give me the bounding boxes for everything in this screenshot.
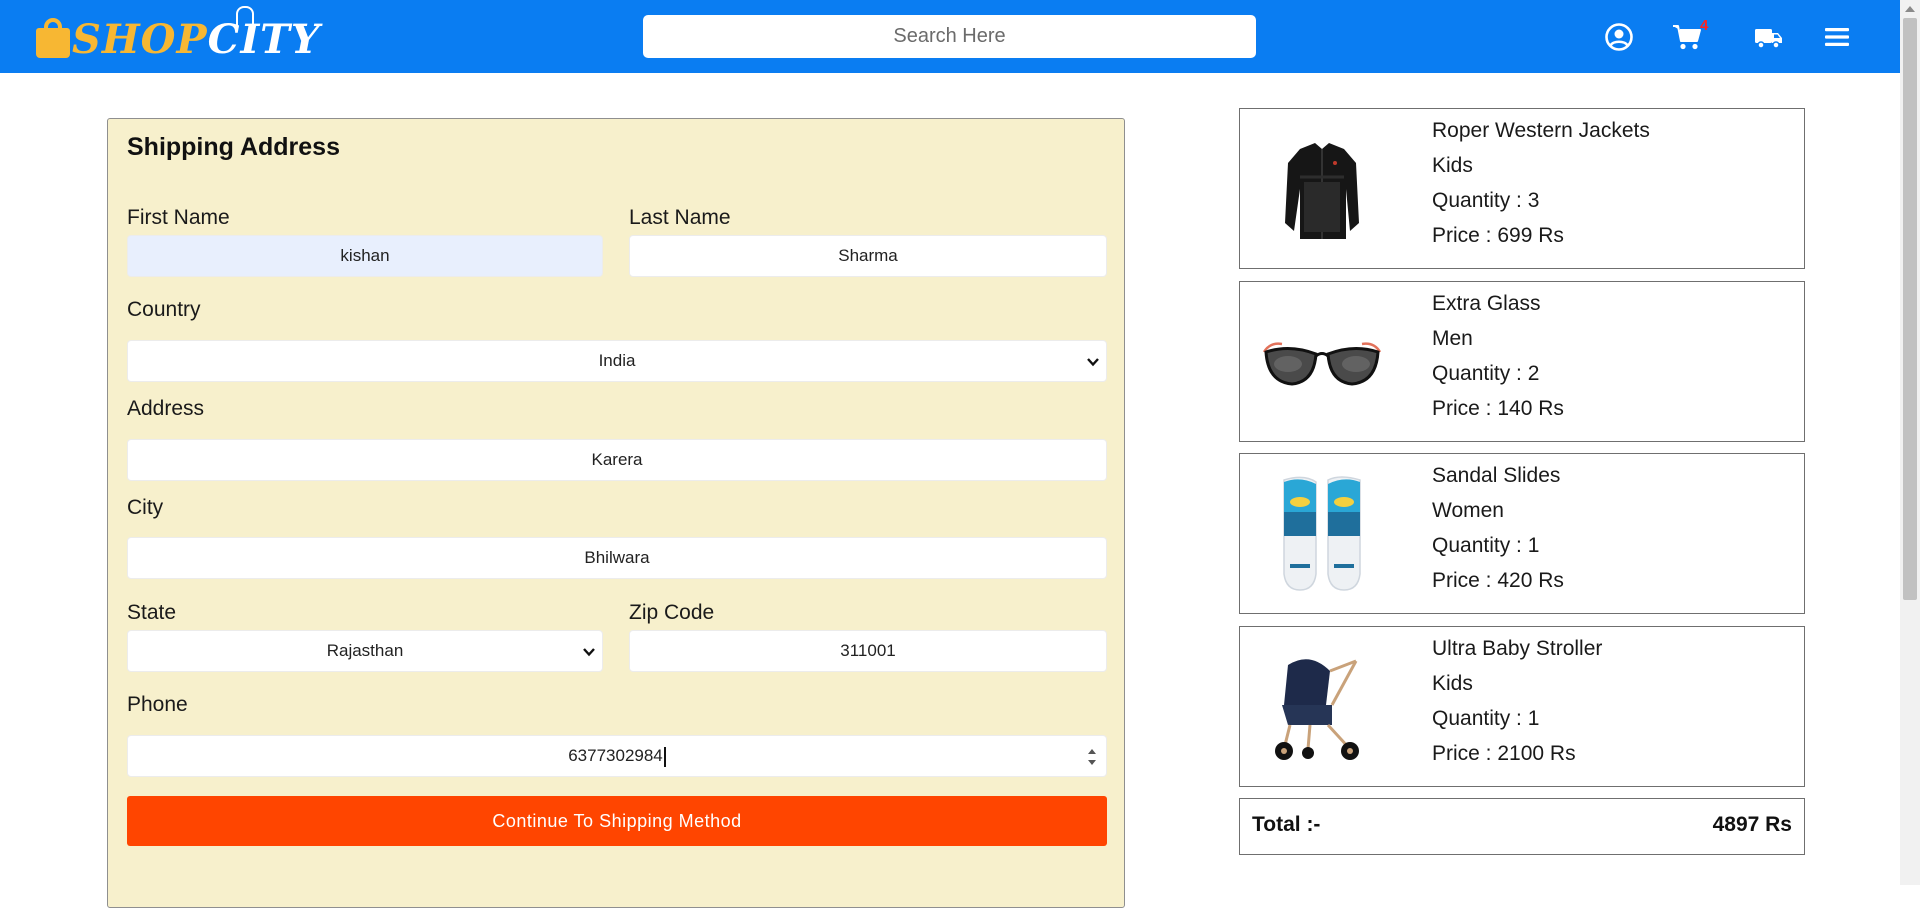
item-quantity: Quantity : 1 — [1432, 707, 1540, 730]
item-quantity: Quantity : 2 — [1432, 362, 1540, 385]
item-category: Women — [1432, 499, 1504, 522]
logo-shop-text: SHOP — [72, 16, 208, 63]
text-cursor — [663, 746, 666, 767]
cart-item-info: Extra Glass Men Quantity : 2 Price : 140… — [1432, 286, 1564, 426]
item-price: Price : 699 Rs — [1432, 224, 1564, 247]
phone-value-text: 6377302984 — [568, 746, 663, 765]
logo-text: SHOPCITY — [72, 14, 320, 66]
item-name: Extra Glass — [1432, 292, 1541, 315]
country-select[interactable]: India — [127, 340, 1107, 382]
truck-icon[interactable] — [1754, 22, 1784, 52]
chevron-down-icon — [1087, 358, 1099, 367]
address-label: Address — [127, 397, 205, 420]
item-price: Price : 2100 Rs — [1432, 742, 1576, 765]
phone-field[interactable]: 6377302984 — [127, 735, 1107, 777]
shopping-bag-icon — [36, 18, 70, 58]
cart-icon[interactable] — [1672, 22, 1702, 52]
slides-image — [1283, 476, 1361, 591]
item-name: Ultra Baby Stroller — [1432, 637, 1603, 660]
first-name-field[interactable]: kishan — [127, 235, 603, 277]
state-selected-value: Rajasthan — [326, 641, 404, 660]
zip-code-label: Zip Code — [629, 601, 715, 624]
last-name-label: Last Name — [629, 206, 731, 229]
phone-value: 6377302984 — [128, 736, 1106, 776]
shipping-address-form: Shipping Address First Name kishan Last … — [107, 118, 1125, 908]
address-field[interactable]: Karera — [127, 439, 1107, 481]
cart-item-info: Sandal Slides Women Quantity : 1 Price :… — [1432, 458, 1564, 598]
cart-item[interactable]: Roper Western Jackets Kids Quantity : 3 … — [1239, 108, 1805, 269]
cart-item[interactable]: Extra Glass Men Quantity : 2 Price : 140… — [1239, 281, 1805, 442]
cart-item-info: Ultra Baby Stroller Kids Quantity : 1 Pr… — [1432, 631, 1602, 771]
state-label: State — [127, 601, 177, 624]
city-field[interactable]: Bhilwara — [127, 537, 1107, 579]
hamburger-menu-icon[interactable] — [1822, 22, 1852, 52]
country-label: Country — [127, 298, 201, 321]
total-value: 4897 Rs — [1712, 813, 1792, 836]
search-input[interactable] — [643, 15, 1256, 58]
cart-item-info: Roper Western Jackets Kids Quantity : 3 … — [1432, 113, 1650, 253]
logo-city-text: CITY — [207, 16, 321, 63]
item-price: Price : 140 Rs — [1432, 397, 1564, 420]
sunglasses-image — [1262, 342, 1382, 386]
item-category: Kids — [1432, 672, 1473, 695]
item-category: Men — [1432, 327, 1473, 350]
cart-item[interactable]: Sandal Slides Women Quantity : 1 Price :… — [1239, 453, 1805, 614]
form-title: Shipping Address — [127, 133, 340, 161]
scrollbar-thumb[interactable] — [1903, 18, 1917, 600]
country-selected-value: India — [598, 351, 636, 370]
scroll-up-arrow-icon[interactable] — [1905, 6, 1915, 12]
item-quantity: Quantity : 3 — [1432, 189, 1540, 212]
chevron-down-icon — [583, 648, 595, 657]
number-spinner-icon[interactable] — [1086, 746, 1098, 768]
phone-label: Phone — [127, 693, 188, 716]
item-quantity: Quantity : 1 — [1432, 534, 1540, 557]
state-select[interactable]: Rajasthan — [127, 630, 603, 672]
cart-item[interactable]: Ultra Baby Stroller Kids Quantity : 1 Pr… — [1239, 626, 1805, 787]
last-name-field[interactable]: Sharma — [629, 235, 1107, 277]
item-name: Sandal Slides — [1432, 464, 1561, 487]
top-navbar: SHOPCITY 4 — [0, 0, 1900, 73]
city-label: City — [127, 496, 164, 519]
item-name: Roper Western Jackets — [1432, 119, 1650, 142]
continue-to-shipping-method-button[interactable]: Continue To Shipping Method — [127, 796, 1107, 846]
cart-count-badge: 4 — [1700, 17, 1709, 34]
item-price: Price : 420 Rs — [1432, 569, 1564, 592]
item-category: Kids — [1432, 154, 1473, 177]
user-circle-icon[interactable] — [1604, 22, 1634, 52]
stroller-image — [1275, 659, 1359, 760]
zip-code-field[interactable]: 311001 — [629, 630, 1107, 672]
jacket-image — [1285, 143, 1359, 239]
shopcity-logo[interactable]: SHOPCITY — [36, 4, 320, 66]
cart-total: Total :- 4897 Rs — [1239, 798, 1805, 855]
logo-tag-icon — [236, 6, 254, 28]
total-label: Total :- — [1252, 813, 1321, 836]
first-name-label: First Name — [127, 206, 230, 229]
